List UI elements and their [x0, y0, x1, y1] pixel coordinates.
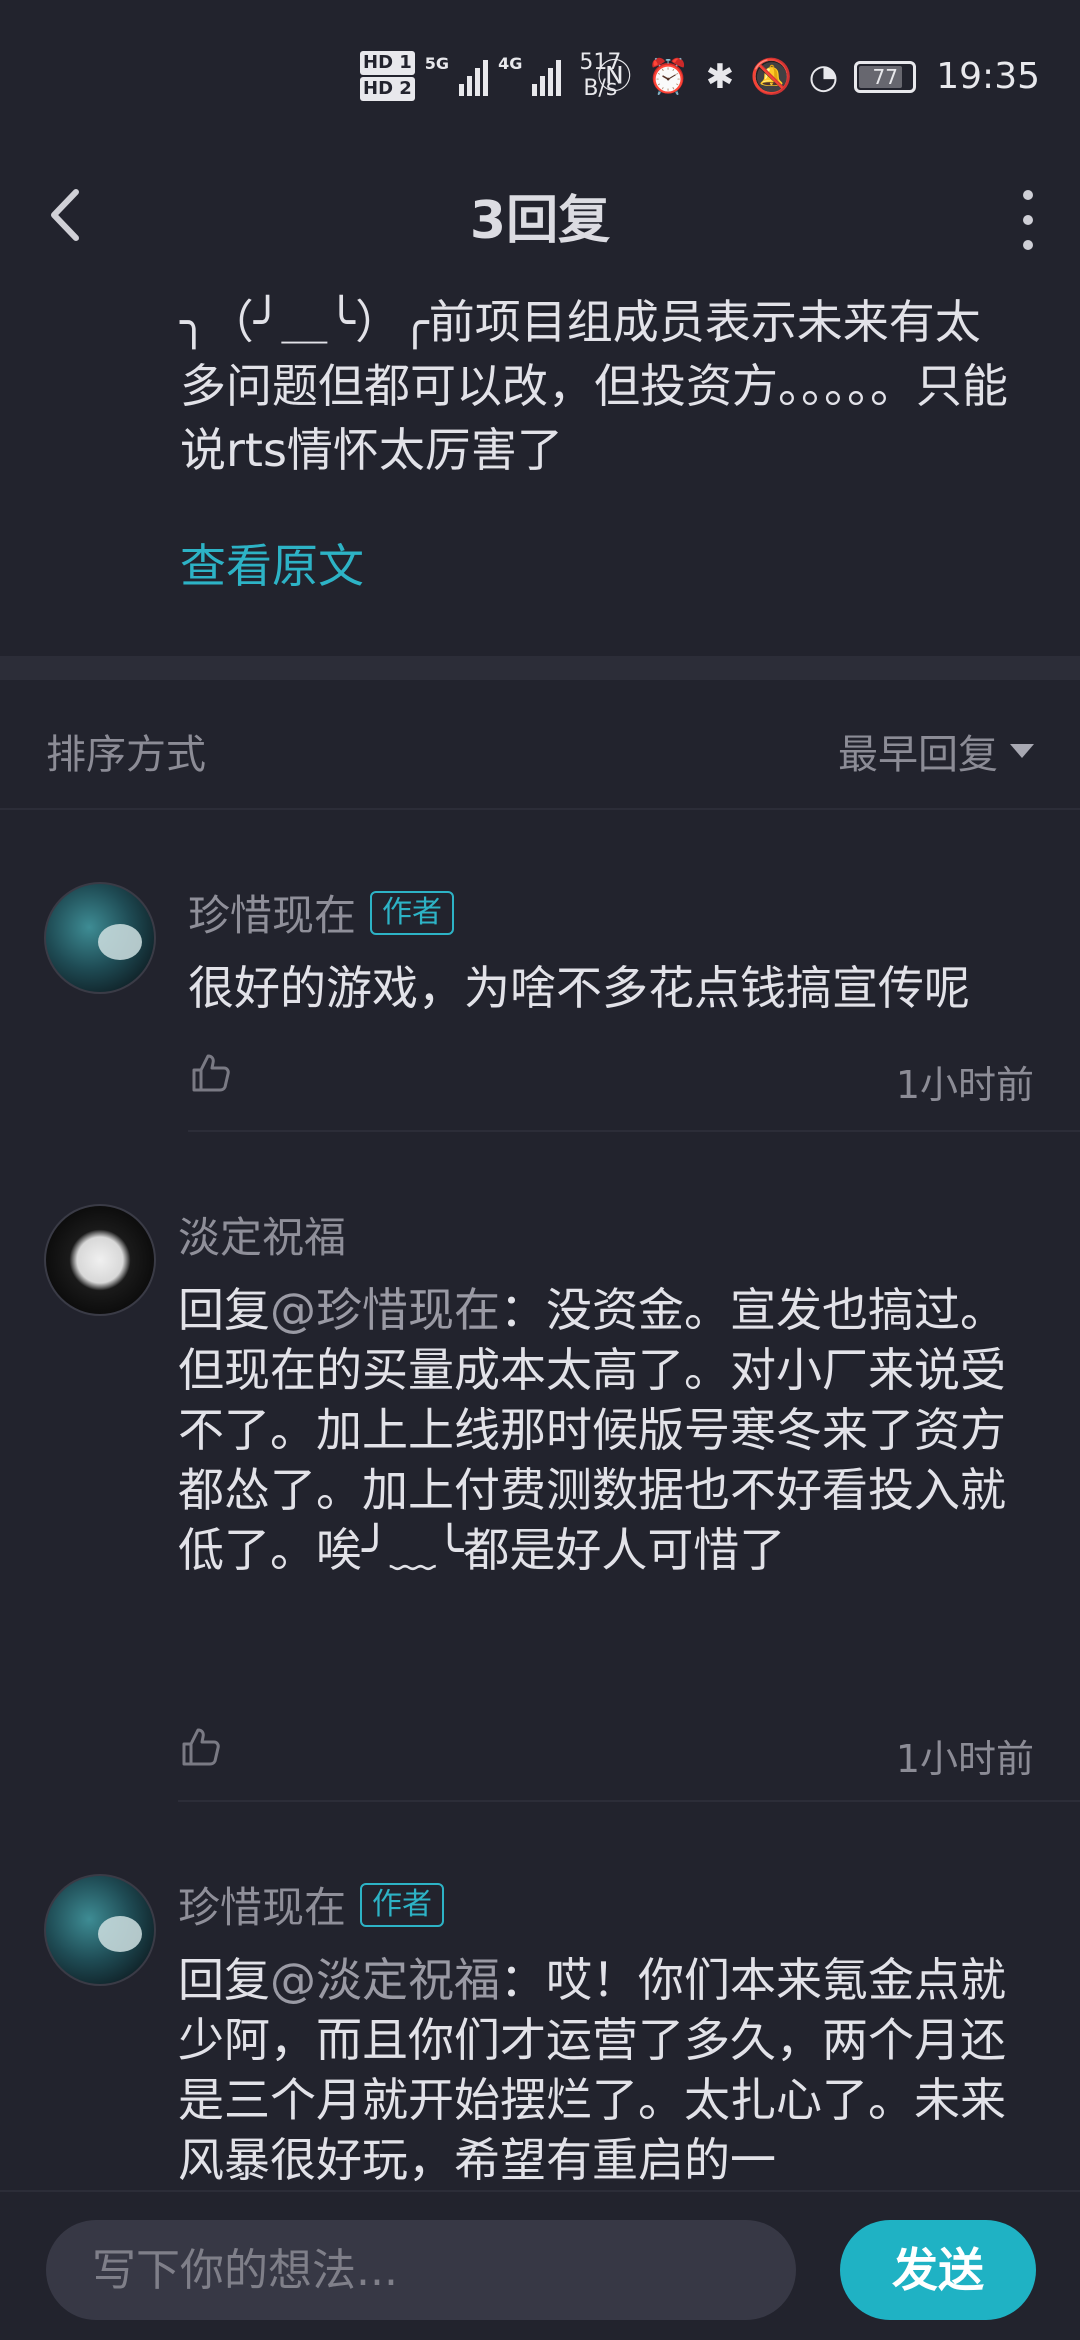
send-button[interactable]: 发送: [840, 2220, 1036, 2320]
alarm-icon: ⏰: [647, 56, 690, 97]
hd-indicator: HD 1 HD 2: [360, 50, 415, 102]
network-indicators: HD 1 HD 2 5G 4G 517 B/s: [360, 50, 621, 102]
comment-time: 1小时前: [895, 1737, 1034, 1781]
like-button[interactable]: [178, 1724, 222, 1768]
sort-dropdown[interactable]: 最早回复: [838, 722, 1034, 780]
section-divider: [0, 656, 1080, 680]
author-name: 珍惜现在: [178, 1883, 347, 1932]
author-name: 珍惜现在: [188, 891, 357, 940]
author-badge: 作者: [360, 1882, 445, 1927]
comment-input[interactable]: [46, 2220, 796, 2320]
speedometer-icon: ◔: [808, 56, 839, 97]
nfc-icon: Ⓝ: [597, 56, 632, 97]
sort-label: 排序方式: [46, 732, 206, 778]
signal-icon: [459, 56, 489, 96]
hd1-label: HD 1: [360, 51, 415, 75]
status-bar: HD 1 HD 2 5G 4G 517 B/s Ⓝ ⏰ ✱ 🔕 ◔ 77 19:…: [0, 0, 1080, 150]
caret-down-icon: [1010, 744, 1034, 758]
bluetooth-icon: ✱: [705, 56, 735, 97]
battery-icon: 77: [854, 60, 917, 93]
reply-prefix: 回复: [178, 1953, 270, 2007]
hd2-label: HD 2: [360, 77, 415, 101]
author-name: 淡定祝福: [178, 1213, 347, 1262]
comment-item: 珍惜现在 作者 很好的游戏，为啥不多花点钱搞宣传呢 1小时前: [0, 810, 1080, 1132]
comment-body: 回复@珍惜现在：没资金。宣发也搞过。但现在的买量成本太高了。对小厂来说受不了。加…: [178, 1280, 1008, 1580]
mention-link[interactable]: @淡定祝福: [270, 1953, 500, 2007]
thumbs-up-icon: [192, 1054, 230, 1092]
system-indicators: Ⓝ ⏰ ✱ 🔕 ◔ 77 19:35: [597, 56, 1040, 97]
more-dot-icon: [1023, 240, 1033, 250]
header: 3回复: [0, 150, 1080, 290]
net1-label: 5G: [424, 54, 450, 73]
net2-label: 4G: [498, 54, 523, 73]
clock: 19:35: [936, 56, 1040, 97]
avatar[interactable]: [44, 1874, 156, 1986]
reply-prefix: 回复: [178, 1283, 270, 1337]
more-dot-icon: [1023, 190, 1033, 200]
bottom-input-bar: 发送: [0, 2190, 1080, 2340]
thumbs-up-icon: [182, 1728, 220, 1766]
comment-author[interactable]: 珍惜现在 作者: [178, 1874, 445, 1935]
author-badge: 作者: [370, 890, 455, 935]
page-title: 3回复: [469, 191, 611, 251]
avatar[interactable]: [44, 882, 156, 994]
view-original-link[interactable]: 查看原文: [180, 530, 364, 596]
original-post-text: ╮（╯＿╰）╭前项目组成员表示未来有太多问题但都可以改，但投资方。。。。。只能说…: [180, 295, 1008, 477]
comment-body: 很好的游戏，为啥不多花点钱搞宣传呢: [188, 961, 970, 1015]
more-options-button[interactable]: [1016, 190, 1040, 250]
sort-row: 排序方式 最早回复: [0, 680, 1080, 810]
avatar[interactable]: [44, 1204, 156, 1316]
sort-selected-value: 最早回复: [838, 732, 998, 778]
mention-link[interactable]: @珍惜现在: [270, 1283, 500, 1337]
comment-author[interactable]: 珍惜现在 作者: [188, 882, 455, 943]
mute-bell-icon: 🔕: [750, 56, 793, 97]
comment-item: 淡定祝福 回复@珍惜现在：没资金。宣发也搞过。但现在的买量成本太高了。对小厂来说…: [0, 1132, 1080, 1802]
comment-body: 回复@淡定祝福：哎！你们本来氪金点就少阿，而且你们才运营了多久，两个月还是三个月…: [178, 1950, 1008, 2190]
comment-item: 珍惜现在 作者 回复@淡定祝福：哎！你们本来氪金点就少阿，而且你们才运营了多久，…: [0, 1802, 1080, 2190]
comment-author[interactable]: 淡定祝福: [178, 1204, 346, 1265]
comment-time: 1小时前: [895, 1063, 1034, 1107]
more-dot-icon: [1023, 215, 1033, 225]
signal-icon: [532, 56, 562, 96]
like-button[interactable]: [188, 1050, 232, 1094]
